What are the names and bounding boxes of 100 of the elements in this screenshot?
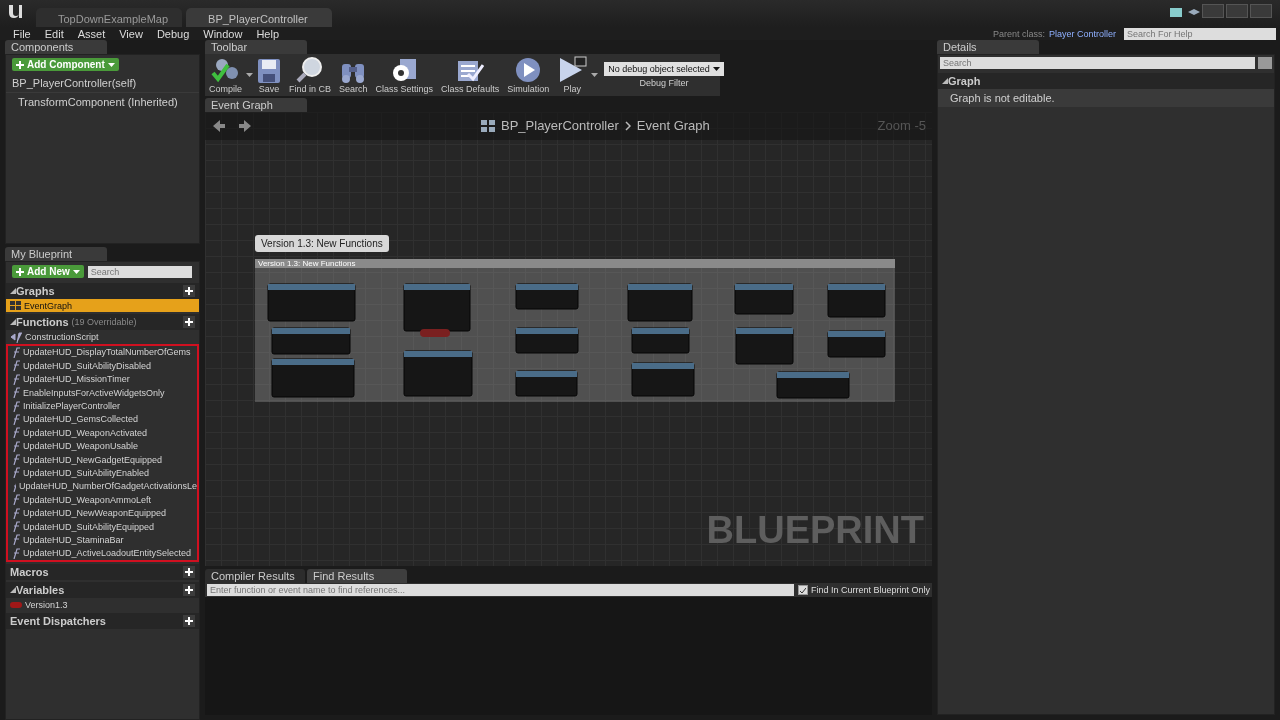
graph-icon xyxy=(10,301,21,311)
blueprint-item[interactable]: UpdateHUD_SuitAbilityDisabled xyxy=(8,359,197,373)
document-tab[interactable]: BP_PlayerController xyxy=(186,8,333,27)
chat-icon[interactable] xyxy=(1170,8,1182,18)
menu-item[interactable]: View xyxy=(112,27,150,40)
parent-class-link[interactable]: Player Controller xyxy=(1048,28,1116,39)
plus-icon xyxy=(16,60,24,69)
menu-item[interactable]: Edit xyxy=(37,27,71,40)
gear-play-icon xyxy=(514,56,543,84)
variable-pill-icon xyxy=(10,601,22,608)
find-in-blueprint-checkbox[interactable]: Find In Current Blueprint Only xyxy=(797,585,930,595)
dropdown-caret-icon[interactable] xyxy=(591,73,599,77)
panel-tab[interactable]: Components xyxy=(5,40,107,54)
toolbar-button[interactable]: Search xyxy=(335,54,372,96)
parent-class-label: Parent class: xyxy=(992,28,1045,39)
blueprint-item[interactable]: UpdateHUD_WeaponUsable xyxy=(8,439,197,453)
forward-arrow-icon[interactable] xyxy=(239,120,251,132)
results-tab[interactable]: Compiler Results xyxy=(205,569,305,583)
blueprint-item[interactable]: UpdateHUD_MissionTimer xyxy=(8,372,197,386)
add-icon[interactable] xyxy=(183,615,195,628)
comment-bubble[interactable]: Version 1.3: New Functions xyxy=(255,235,389,252)
dropdown-caret-icon[interactable] xyxy=(107,62,115,67)
blueprint-item[interactable]: UpdateHUD_WeaponAmmoLeft xyxy=(8,493,197,507)
panel-tab[interactable]: Details xyxy=(937,40,1039,54)
section-header[interactable]: Graph xyxy=(938,73,1274,89)
breadcrumb-item[interactable]: Event Graph xyxy=(636,118,710,133)
results-tab[interactable]: Find Results xyxy=(307,569,407,583)
dropdown-caret-icon[interactable] xyxy=(246,73,253,77)
menu-item[interactable]: Debug xyxy=(149,27,197,40)
component-item[interactable]: TransformComponent (Inherited) xyxy=(6,92,199,111)
details-message: Graph is not editable. xyxy=(938,89,1274,107)
blueprint-item[interactable]: UpdateHUD_NewWeaponEquipped xyxy=(8,506,197,520)
menu-item[interactable]: Asset xyxy=(70,27,113,40)
search-field[interactable]: Search xyxy=(87,265,192,278)
add-icon[interactable] xyxy=(183,584,195,597)
blueprint-item[interactable]: UpdateHUD_SuitAbilityEquipped xyxy=(8,519,197,534)
gear-sheet-icon xyxy=(390,58,419,84)
add-icon[interactable] xyxy=(183,316,195,329)
blueprint-item[interactable]: UpdateHUD_NumberOfGadgetActivationsLe xyxy=(8,479,197,494)
toolbar-button[interactable]: Play xyxy=(553,54,592,96)
expand-triangle-icon[interactable] xyxy=(942,78,948,84)
play-icon xyxy=(557,56,588,84)
details-search-field[interactable]: Search xyxy=(940,57,1255,69)
blueprint-item[interactable]: EventGraph xyxy=(6,299,199,313)
toolbar-button[interactable]: Compile xyxy=(205,54,246,96)
toolbar-button[interactable]: Simulation xyxy=(503,54,554,96)
caret-icon[interactable] xyxy=(712,67,720,71)
panel-tab[interactable]: My Blueprint xyxy=(5,247,107,261)
section-header[interactable]: Macros xyxy=(6,564,199,581)
blueprint-item[interactable]: ConstructionScript xyxy=(6,330,199,344)
section-header[interactable]: Variables xyxy=(6,582,199,599)
add-component-button[interactable]: Add Component xyxy=(12,58,119,71)
blueprint-item[interactable]: UpdateHUD_StaminaBar xyxy=(8,533,197,547)
add-icon[interactable] xyxy=(183,285,195,297)
section-header[interactable]: Graphs xyxy=(6,283,199,299)
expand-triangle-icon[interactable] xyxy=(10,288,16,294)
checklist-icon xyxy=(456,58,485,84)
component-item[interactable]: BP_PlayerController(self) xyxy=(6,74,199,92)
section-header[interactable]: Event Dispatchers xyxy=(6,613,199,630)
blueprint-item[interactable]: UpdateHUD_WeaponActivated xyxy=(8,426,197,440)
expand-triangle-icon[interactable] xyxy=(10,319,16,326)
toolbar-button[interactable]: Save xyxy=(253,54,285,96)
panel-tab[interactable]: Toolbar xyxy=(205,40,307,54)
graph-watermark: BLUEPRINT xyxy=(706,509,924,552)
blueprint-item[interactable]: Version1.3 xyxy=(6,598,199,612)
chevron-icon xyxy=(624,120,631,131)
toolbar-button[interactable]: Class Settings xyxy=(371,54,438,96)
magnifier-icon xyxy=(296,56,325,84)
blueprint-item[interactable]: UpdateHUD_ActiveLoadoutEntitySelected xyxy=(8,546,197,561)
toolbar-button[interactable]: Find in CB xyxy=(285,54,336,96)
back-arrow-icon[interactable] xyxy=(213,120,225,132)
blueprint-item[interactable]: UpdateHUD_SuitAbilityEnabled xyxy=(8,466,197,480)
menu-item[interactable]: File xyxy=(6,27,38,40)
expand-triangle-icon[interactable] xyxy=(10,587,16,594)
toolbar-button[interactable]: Class Defaults xyxy=(437,54,504,96)
blueprint-item[interactable]: UpdateHUD_NewGadgetEquipped xyxy=(8,452,197,467)
section-header[interactable]: Functions (19 Overridable) xyxy=(6,314,199,331)
menu-item[interactable]: Help xyxy=(249,27,287,40)
debug-filter-label: Debug Filter xyxy=(639,78,689,88)
plus-icon xyxy=(16,267,24,276)
blueprint-item[interactable]: UpdateHUD_DisplayTotalNumberOfGems xyxy=(8,345,197,360)
find-references-field[interactable]: Enter function or event name to find references... xyxy=(207,584,794,596)
blueprint-item[interactable]: InitializePlayerController xyxy=(8,399,197,413)
function-arrow-icon xyxy=(10,331,22,343)
function-icon xyxy=(12,346,20,358)
debug-filter-dropdown[interactable]: No debug object selected xyxy=(604,62,724,76)
add-icon[interactable] xyxy=(183,566,195,579)
dropdown-caret-icon[interactable] xyxy=(72,269,80,274)
checkmark-icon xyxy=(799,586,807,594)
menu-item[interactable]: Window xyxy=(196,27,250,40)
blueprint-item[interactable]: EnableInputsForActiveWidgetsOnly xyxy=(8,385,197,400)
graph-icon xyxy=(481,119,495,132)
blueprint-item[interactable]: UpdateHUD_GemsCollected xyxy=(8,412,197,427)
add-new-button[interactable]: Add New xyxy=(12,265,84,278)
comment-title: Version 1.3: New Functions xyxy=(255,259,895,268)
gears-check-icon xyxy=(210,56,241,84)
help-search-field[interactable]: Search For Help xyxy=(1124,27,1276,40)
breadcrumb-item[interactable]: BP_PlayerController xyxy=(501,118,619,133)
panel-tab[interactable]: Event Graph xyxy=(205,98,307,112)
document-tab[interactable]: TopDownExampleMap xyxy=(36,8,183,27)
